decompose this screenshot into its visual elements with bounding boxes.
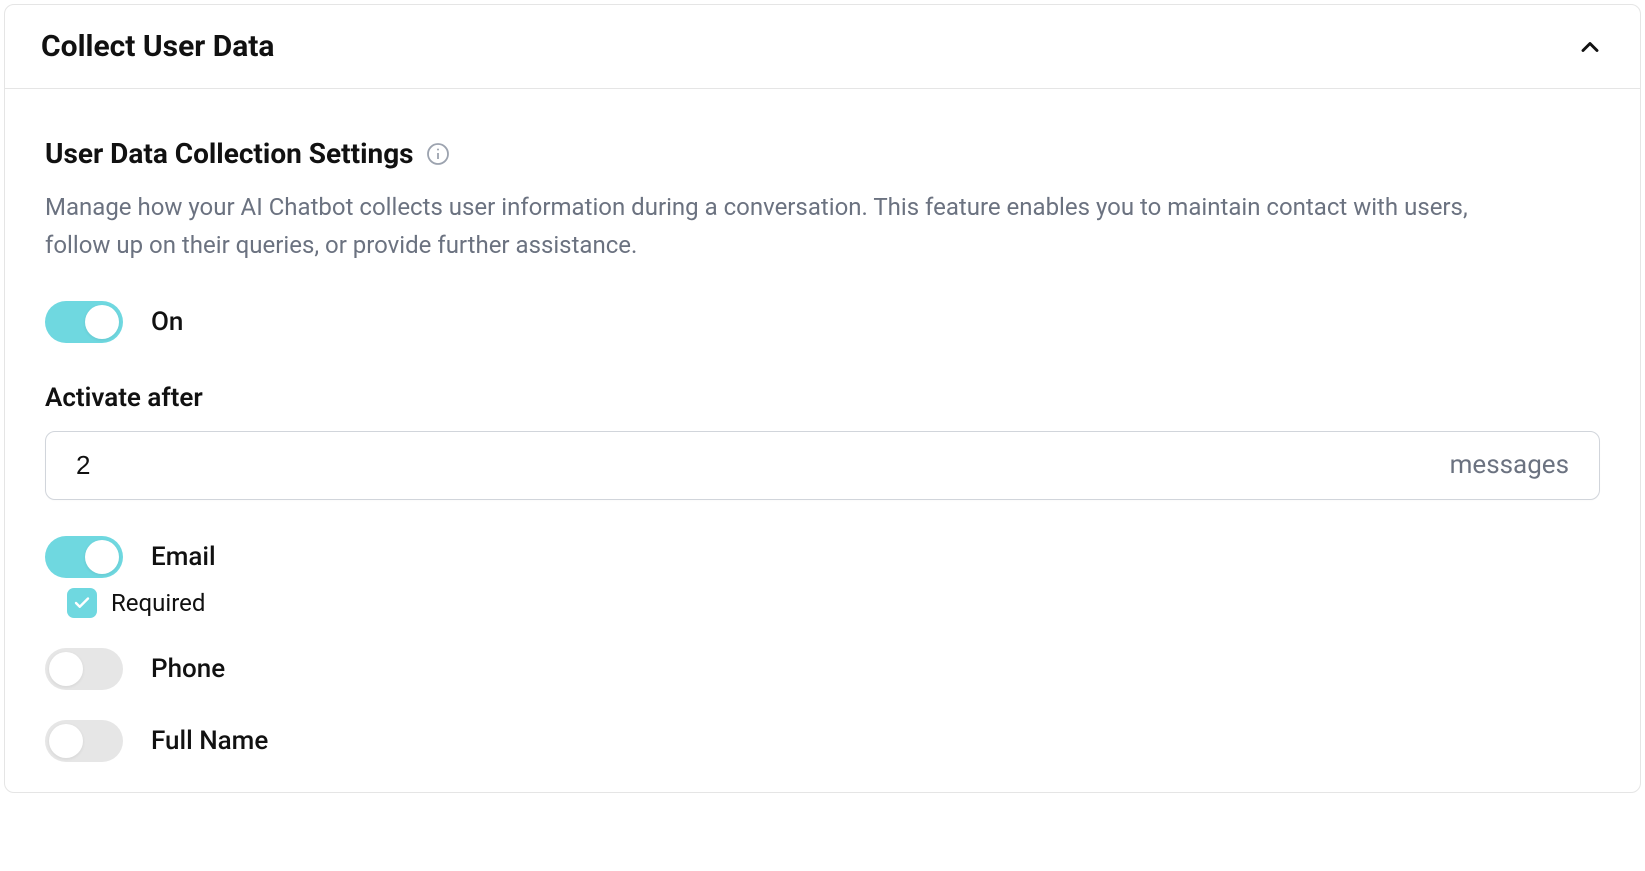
activate-after-input[interactable] (76, 450, 1450, 481)
activate-after-label: Activate after (45, 383, 1600, 413)
fullname-toggle[interactable] (45, 720, 123, 762)
panel-header[interactable]: Collect User Data (5, 5, 1640, 89)
fullname-label: Full Name (151, 726, 268, 756)
email-toggle-row: Email (45, 536, 1600, 578)
activate-after-suffix: messages (1450, 450, 1569, 480)
chevron-up-icon (1576, 33, 1604, 61)
phone-field-block: Phone (45, 648, 1600, 690)
email-toggle[interactable] (45, 536, 123, 578)
email-label: Email (151, 542, 216, 572)
section-description: Manage how your AI Chatbot collects user… (45, 188, 1525, 265)
email-required-checkbox[interactable] (67, 588, 97, 618)
master-toggle-label: On (151, 307, 183, 337)
info-icon[interactable] (426, 142, 450, 166)
section-heading-row: User Data Collection Settings (45, 137, 1600, 170)
section-heading: User Data Collection Settings (45, 137, 414, 170)
email-field-block: Email Required (45, 536, 1600, 618)
panel-body: User Data Collection Settings Manage how… (5, 89, 1640, 792)
fullname-field-block: Full Name (45, 720, 1600, 762)
panel-title: Collect User Data (41, 29, 274, 64)
email-required-row: Required (45, 588, 1600, 618)
phone-toggle-row: Phone (45, 648, 1600, 690)
master-toggle-row: On (45, 301, 1600, 343)
fullname-toggle-row: Full Name (45, 720, 1600, 762)
collect-user-data-panel: Collect User Data User Data Collection S… (4, 4, 1641, 793)
phone-toggle[interactable] (45, 648, 123, 690)
master-toggle[interactable] (45, 301, 123, 343)
email-required-label: Required (111, 589, 205, 617)
phone-label: Phone (151, 654, 225, 684)
activate-after-input-wrap: messages (45, 431, 1600, 500)
